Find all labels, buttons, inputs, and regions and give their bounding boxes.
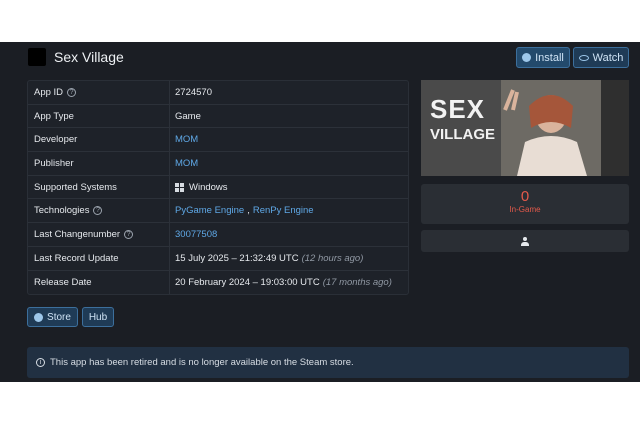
row-key: App ID — [34, 86, 64, 98]
table-row: Technologies? PyGame Engine, RenPy Engine — [28, 199, 408, 224]
store-button[interactable]: Store — [27, 307, 78, 327]
steam-icon — [522, 53, 532, 62]
table-row: Release Date 20 February 2024 – 19:03:00… — [28, 270, 408, 295]
table-row: App Type Game — [28, 104, 408, 129]
page-title: Sex Village — [54, 49, 124, 65]
hero-title-line2: VILLAGE — [430, 126, 496, 143]
store-label: Store — [47, 311, 71, 323]
person-icon — [521, 236, 529, 246]
row-key: Supported Systems — [34, 181, 117, 193]
install-button[interactable]: Install — [516, 47, 570, 68]
help-icon[interactable]: ? — [93, 206, 103, 216]
row-key: Technologies — [34, 205, 90, 217]
eye-icon — [578, 54, 589, 61]
relative-time: (12 hours ago) — [301, 252, 364, 264]
app-info-table: App ID? 2724570 App Type Game Developer … — [27, 80, 409, 296]
row-key: Last Changenumber — [34, 228, 121, 240]
changenumber-link[interactable]: 30077508 — [175, 229, 217, 240]
app-id-value: 2724570 — [175, 86, 212, 98]
table-row: Supported Systems Windows — [28, 175, 408, 200]
followers-button[interactable] — [421, 230, 629, 252]
relative-time: (17 months ago) — [322, 276, 392, 288]
in-game-count: 0 — [520, 188, 530, 205]
watch-button[interactable]: Watch — [573, 47, 629, 68]
hub-button[interactable]: Hub — [82, 307, 114, 327]
row-key: Last Record Update — [34, 252, 119, 264]
in-game-label: In-Game — [509, 205, 541, 214]
release-date-value: 20 February 2024 – 19:03:00 UTC — [175, 276, 320, 288]
watch-label: Watch — [592, 51, 624, 64]
retired-notice: i This app has been retired and is no lo… — [27, 347, 629, 378]
publisher-link[interactable]: MOM — [175, 158, 198, 169]
table-row: Publisher MOM — [28, 152, 408, 176]
install-label: Install — [535, 51, 564, 64]
tech-link-renpy[interactable]: RenPy Engine — [253, 205, 314, 216]
hub-label: Hub — [88, 311, 108, 323]
table-row: Developer MOM — [28, 128, 408, 153]
header-image: SEX VILLAGE — [421, 80, 629, 176]
help-icon[interactable]: ? — [124, 229, 134, 239]
notice-text: This app has been retired and is no long… — [50, 357, 354, 368]
hero-title-line1: SEX — [430, 94, 486, 124]
tech-link-pygame[interactable]: PyGame Engine — [175, 205, 244, 216]
developer-link[interactable]: MOM — [175, 134, 198, 145]
windows-icon — [175, 182, 184, 192]
separator: , — [247, 205, 250, 217]
app-type-value: Game — [175, 110, 201, 122]
info-icon: i — [36, 358, 45, 367]
row-key: App Type — [34, 110, 74, 122]
table-row: Last Record Update 15 July 2025 – 21:32:… — [28, 246, 408, 271]
app-icon — [28, 48, 46, 66]
row-key: Release Date — [34, 276, 92, 288]
help-icon[interactable]: ? — [67, 87, 77, 97]
last-update-value: 15 July 2025 – 21:32:49 UTC — [175, 252, 299, 264]
app-page: Sex Village Install Watch App ID? 272457… — [0, 42, 640, 382]
row-key: Developer — [34, 134, 78, 146]
systems-value: Windows — [189, 181, 228, 193]
steam-icon — [34, 312, 44, 322]
table-row: App ID? 2724570 — [28, 81, 408, 105]
table-row: Last Changenumber? 30077508 — [28, 223, 408, 247]
row-key: Publisher — [34, 157, 74, 169]
in-game-stat: 0 In-Game — [421, 184, 629, 224]
